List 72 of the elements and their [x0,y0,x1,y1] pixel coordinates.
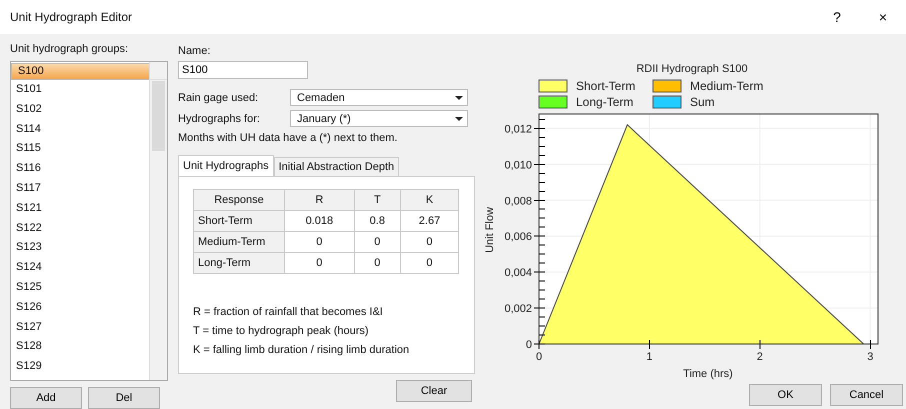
list-action-button[interactable]: Add [10,387,82,409]
table-cell: 0 [284,252,354,274]
list-item[interactable]: S116 [11,159,149,179]
table-cell: Long-Term [194,252,284,274]
list-item[interactable]: S117 [11,178,149,199]
name-field[interactable]: S100 [178,61,308,79]
window-title: Unit Hydrograph Editor [10,10,132,24]
months-note: Months with UH data have a (*) next to them. [178,132,398,144]
table-cell: 0 [400,252,458,274]
list-item[interactable]: S123 [11,238,149,258]
table-cell: 0 [284,232,354,252]
list-item[interactable]: S125 [11,278,149,298]
legend-label: Long-Term [576,95,634,109]
rain-gage-dropdown[interactable]: Cemaden [290,89,468,106]
table-cell: Short-Term [194,210,284,232]
y-tick-label: 0 [526,339,532,351]
y-tick-label: 0,004 [504,267,532,280]
x-tick-label: 2 [756,351,763,363]
y-tick-label: 0,006 [504,231,532,244]
list-item[interactable]: S100 [11,63,149,80]
tab[interactable]: Unit Hydrographs [178,155,274,176]
legend-note: K = falling limb duration / rising limb duration [193,344,410,358]
list-item[interactable]: S121 [11,198,149,219]
month-dropdown[interactable]: January (*) [290,110,468,127]
x-tick-label: 0 [536,351,542,363]
help-button[interactable]: ? [814,0,860,34]
table-cell: 2.67 [400,210,458,232]
column-header: Response [194,190,284,210]
list-item[interactable]: S129 [11,357,149,377]
x-tick-label: 1 [646,351,652,363]
tab[interactable]: Initial Abstraction Depth [274,157,400,176]
column-header: R [284,190,354,210]
list-item[interactable]: S102 [11,100,149,120]
legend-label: Sum [690,95,715,109]
close-button[interactable]: × [860,0,906,34]
list-item[interactable]: S101 [11,80,149,100]
groups-label: Unit hydrograph groups: [10,43,130,57]
chart-title: RDII Hydrograph S100 [636,63,748,75]
table-cell: Medium-Term [194,232,284,252]
column-header: T [354,190,400,210]
table-cell: 0 [354,252,400,274]
list-item[interactable]: S124 [11,258,149,278]
table-cell: 0.018 [284,210,354,232]
list-item[interactable]: S126 [11,298,149,318]
table-cell: 0.8 [354,210,400,232]
hydrographs-for-label: Hydrographs for: [178,112,261,124]
table-cell: 0 [354,232,400,252]
y-axis-title: Unit Flow [484,207,496,253]
legend-note: R = fraction of rainfall that becomes I&I [193,306,384,320]
legend-label: Short-Term [576,79,636,93]
y-tick-label: 0,010 [504,159,532,172]
x-tick-label: 3 [867,351,874,363]
list-item[interactable]: S122 [11,218,149,238]
list-item[interactable]: S114 [11,120,149,140]
list-action-button[interactable]: Del [88,387,160,409]
y-tick-label: 0,008 [504,195,532,208]
scrollbar[interactable] [149,62,167,380]
dialog-button[interactable]: OK [749,384,822,406]
x-axis-title: Time (hrs) [683,368,733,380]
y-tick-label: 0,002 [504,303,532,316]
rain-gage-label: Rain gage used: [178,92,260,104]
list-item[interactable]: S128 [11,337,149,358]
column-header: K [400,190,458,210]
dialog-button[interactable]: Cancel [830,384,903,406]
list-item[interactable]: S115 [11,139,149,160]
legend-note: T = time to hydrograph peak (hours) [193,325,370,339]
legend-label: Medium-Term [690,79,764,93]
list-item[interactable]: S127 [11,318,149,338]
y-tick-label: 0,012 [504,123,532,136]
clear-button[interactable]: Clear [396,380,472,402]
name-label: Name: [178,45,212,59]
table-cell: 0 [400,232,458,252]
